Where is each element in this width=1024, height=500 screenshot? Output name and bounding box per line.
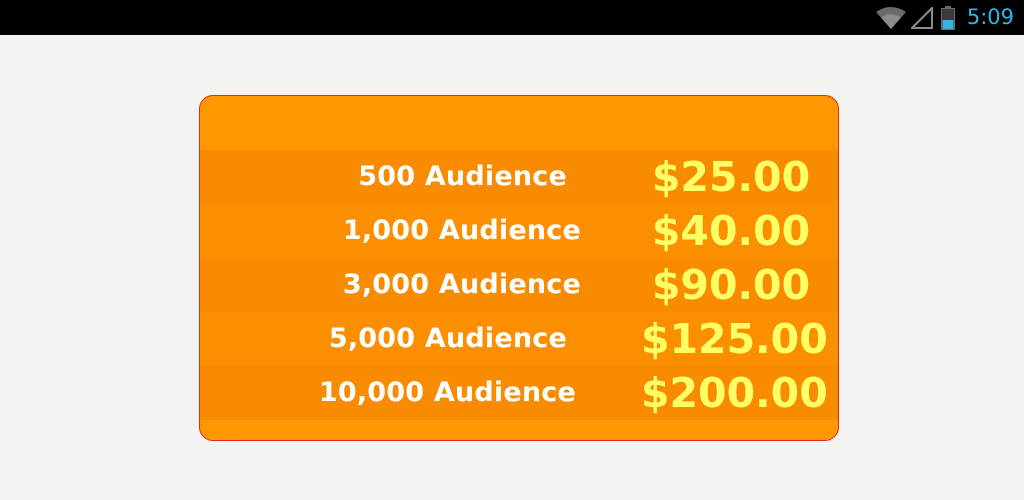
pricing-list: 500 Audience $25.00 1,000 Audience $40.0… bbox=[200, 150, 838, 420]
price-value: $125.00 bbox=[641, 315, 828, 363]
audience-label: 5,000 Audience bbox=[328, 323, 567, 354]
status-bar: 5:09 bbox=[0, 0, 1024, 35]
pricing-row-5000[interactable]: 5,000 Audience $125.00 bbox=[200, 312, 838, 366]
status-icons: 5:09 bbox=[875, 0, 1014, 35]
pricing-card: 500 Audience $25.00 1,000 Audience $40.0… bbox=[199, 95, 839, 441]
battery-icon bbox=[940, 5, 955, 30]
price-value: $200.00 bbox=[641, 369, 828, 417]
price-value: $40.00 bbox=[651, 207, 811, 255]
pricing-row-3000[interactable]: 3,000 Audience $90.00 bbox=[200, 258, 838, 312]
wifi-icon bbox=[875, 6, 906, 29]
pricing-row-1000[interactable]: 1,000 Audience $40.00 bbox=[200, 204, 838, 258]
pricing-row-10000[interactable]: 10,000 Audience $200.00 bbox=[200, 366, 838, 420]
price-value: $90.00 bbox=[651, 261, 811, 309]
price-value: $25.00 bbox=[651, 153, 811, 201]
clock: 5:09 bbox=[966, 5, 1014, 29]
signal-icon bbox=[910, 6, 933, 29]
audience-label: 1,000 Audience bbox=[342, 215, 581, 246]
audience-label: 10,000 Audience bbox=[318, 377, 576, 408]
audience-label: 500 Audience bbox=[358, 161, 567, 192]
audience-label: 3,000 Audience bbox=[342, 269, 581, 300]
pricing-row-500[interactable]: 500 Audience $25.00 bbox=[200, 150, 838, 204]
